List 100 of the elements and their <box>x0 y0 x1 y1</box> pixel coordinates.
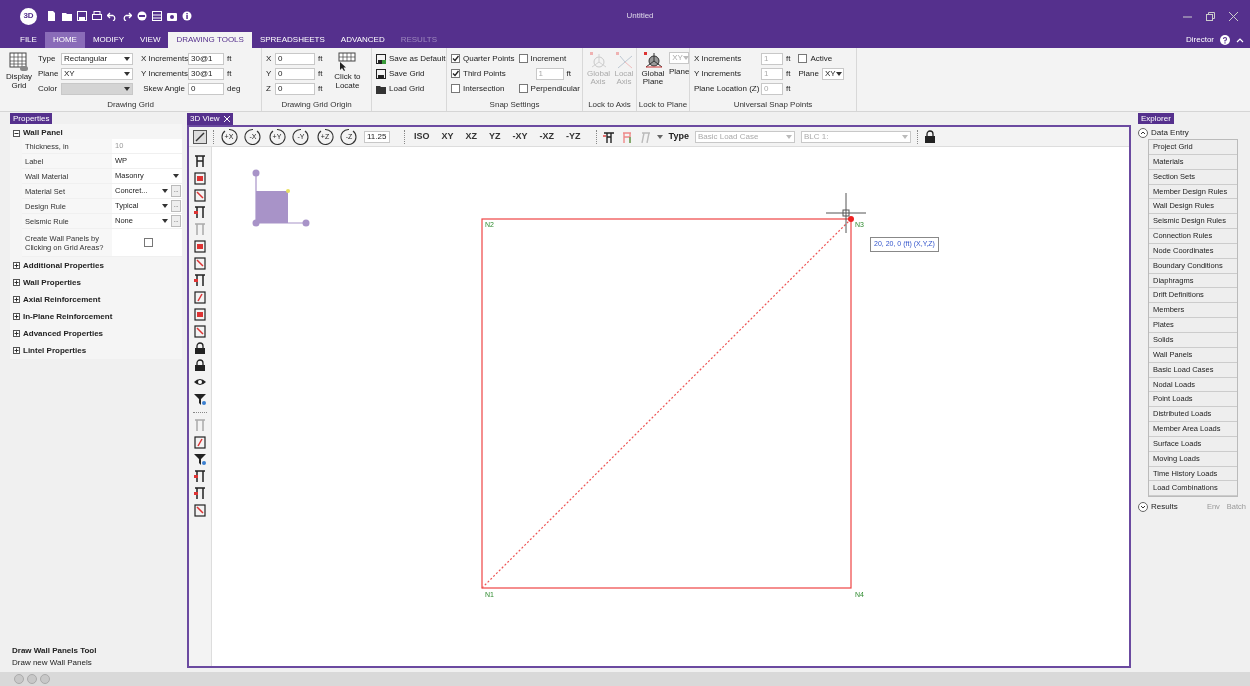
menu-tab[interactable]: ADVANCED <box>332 32 393 48</box>
view-button[interactable]: XZ <box>462 129 481 144</box>
lock-icon[interactable] <box>194 359 206 372</box>
menu-tab[interactable]: FILE <box>12 32 45 48</box>
expand-icon[interactable] <box>13 330 20 337</box>
checkbox[interactable] <box>451 69 460 78</box>
expand-icon[interactable] <box>13 279 20 286</box>
input-field[interactable]: 0 <box>275 67 315 80</box>
minus-circle-icon[interactable] <box>137 11 147 21</box>
input-field[interactable]: 0 <box>275 52 315 65</box>
panel-icon[interactable] <box>194 189 206 202</box>
checkbox[interactable] <box>143 238 153 247</box>
save-icon[interactable] <box>77 11 87 21</box>
checkbox[interactable] <box>798 54 808 63</box>
section-header[interactable]: Wall Panel <box>23 127 63 139</box>
wall-tool-icon[interactable] <box>194 487 206 500</box>
section-header[interactable]: Axial Reinforcement <box>23 293 101 306</box>
menu-tab[interactable]: DRAWING TOOLS <box>168 32 252 48</box>
undo-icon[interactable] <box>107 11 117 21</box>
collapse-ribbon-icon[interactable] <box>1236 37 1244 43</box>
panel-icon[interactable] <box>194 308 206 321</box>
section-header[interactable]: Advanced Properties <box>23 327 104 340</box>
angle-field[interactable]: 11.25 <box>364 130 390 143</box>
ribbon-button[interactable]: Save Grid <box>389 67 425 80</box>
click-to-locate-button[interactable]: Click to Locate <box>328 52 367 90</box>
view-button[interactable]: -XY <box>509 129 531 144</box>
restore-icon[interactable] <box>1206 11 1215 21</box>
save-default-icon <box>376 53 386 64</box>
expand-icon[interactable] <box>13 347 20 354</box>
info-icon[interactable] <box>182 11 192 21</box>
view-button[interactable]: ISO <box>411 129 433 144</box>
expand-icon[interactable] <box>13 313 20 320</box>
expand-icon[interactable] <box>13 262 20 269</box>
label: ft <box>318 82 323 95</box>
menu-tab[interactable]: MODIFY <box>84 32 132 48</box>
color-dropdown[interactable] <box>61 82 133 95</box>
lock-icon[interactable] <box>923 130 936 143</box>
section-header[interactable]: Data Entry <box>1151 126 1189 139</box>
input-field[interactable]: 0 <box>188 82 224 95</box>
expand-icon[interactable] <box>1138 501 1148 512</box>
menu-tab[interactable]: SPREADSHEETS <box>251 32 333 48</box>
section-header[interactable]: Lintel Properties <box>23 344 87 357</box>
view-tab[interactable]: 3D View <box>187 113 233 125</box>
wall-tool-icon[interactable] <box>194 155 206 168</box>
expand-icon[interactable] <box>13 296 20 303</box>
section-header[interactable]: Results <box>1151 500 1178 513</box>
checkbox[interactable] <box>518 84 528 93</box>
section-header[interactable]: Additional Properties <box>23 259 104 272</box>
user-name[interactable]: Director <box>1186 34 1214 46</box>
checkbox[interactable] <box>451 54 460 63</box>
close-icon[interactable] <box>1229 11 1238 21</box>
panel-title: Properties <box>10 113 53 124</box>
select-tool-icon[interactable] <box>193 129 207 144</box>
folder-icon[interactable] <box>62 11 72 21</box>
panel-icon[interactable] <box>194 436 206 449</box>
collapse-icon[interactable] <box>13 129 20 137</box>
menu-tab[interactable]: HOME <box>44 32 85 48</box>
global-plane-button[interactable]: Global Plane <box>641 52 665 86</box>
input-field[interactable]: 30@1 <box>188 67 224 80</box>
label: ft <box>318 52 323 65</box>
view-button[interactable]: -YZ <box>563 129 584 144</box>
window-title: Untitled <box>625 10 655 22</box>
plane-dropdown[interactable]: XY <box>821 67 844 80</box>
panel-icon[interactable] <box>194 240 206 253</box>
view-button[interactable]: XY <box>438 129 457 144</box>
checkbox[interactable] <box>451 84 460 93</box>
help-icon[interactable] <box>1220 35 1230 45</box>
redo-icon[interactable] <box>122 11 132 21</box>
checkbox[interactable] <box>518 54 528 63</box>
view-button[interactable]: -XZ <box>536 129 558 144</box>
filter-icon[interactable] <box>194 453 206 466</box>
wall-tool-icon[interactable] <box>194 206 206 219</box>
table-icon[interactable] <box>152 11 162 21</box>
view-button[interactable]: YZ <box>486 129 504 144</box>
plane-dropdown[interactable]: XY <box>61 67 133 80</box>
section-header[interactable]: Wall Properties <box>23 276 81 289</box>
ribbon-button[interactable]: Save as Default <box>389 52 446 65</box>
new-file-icon[interactable] <box>47 11 57 21</box>
panel-icon[interactable] <box>194 172 206 185</box>
lock-icon[interactable] <box>194 342 206 355</box>
panel-icon[interactable] <box>194 291 206 304</box>
ribbon-button[interactable]: Load Grid <box>389 82 425 95</box>
group-label: Drawing Grid Origin <box>280 99 353 111</box>
filter-icon[interactable] <box>194 393 206 406</box>
wall-tool-icon[interactable] <box>194 470 206 483</box>
camera-icon[interactable] <box>167 11 177 21</box>
collapse-icon[interactable] <box>1138 127 1148 138</box>
panel-icon[interactable] <box>194 325 206 338</box>
print-icon[interactable] <box>92 11 102 21</box>
panel-icon[interactable] <box>194 504 206 517</box>
label: Plane Location (Z) <box>694 82 758 95</box>
section-header[interactable]: In-Plane Reinforcement <box>23 310 113 323</box>
menu-tab[interactable]: VIEW <box>132 32 169 48</box>
wall-tool-icon[interactable] <box>194 274 206 287</box>
display-grid-button[interactable]: Display Grid <box>4 52 34 90</box>
wall-tool-icon[interactable] <box>602 130 615 143</box>
type-dropdown[interactable]: Rectangular <box>61 52 133 65</box>
input-field[interactable]: 0 <box>275 82 315 95</box>
panel-icon[interactable] <box>194 257 206 270</box>
input-field[interactable]: 30@1 <box>188 52 224 65</box>
